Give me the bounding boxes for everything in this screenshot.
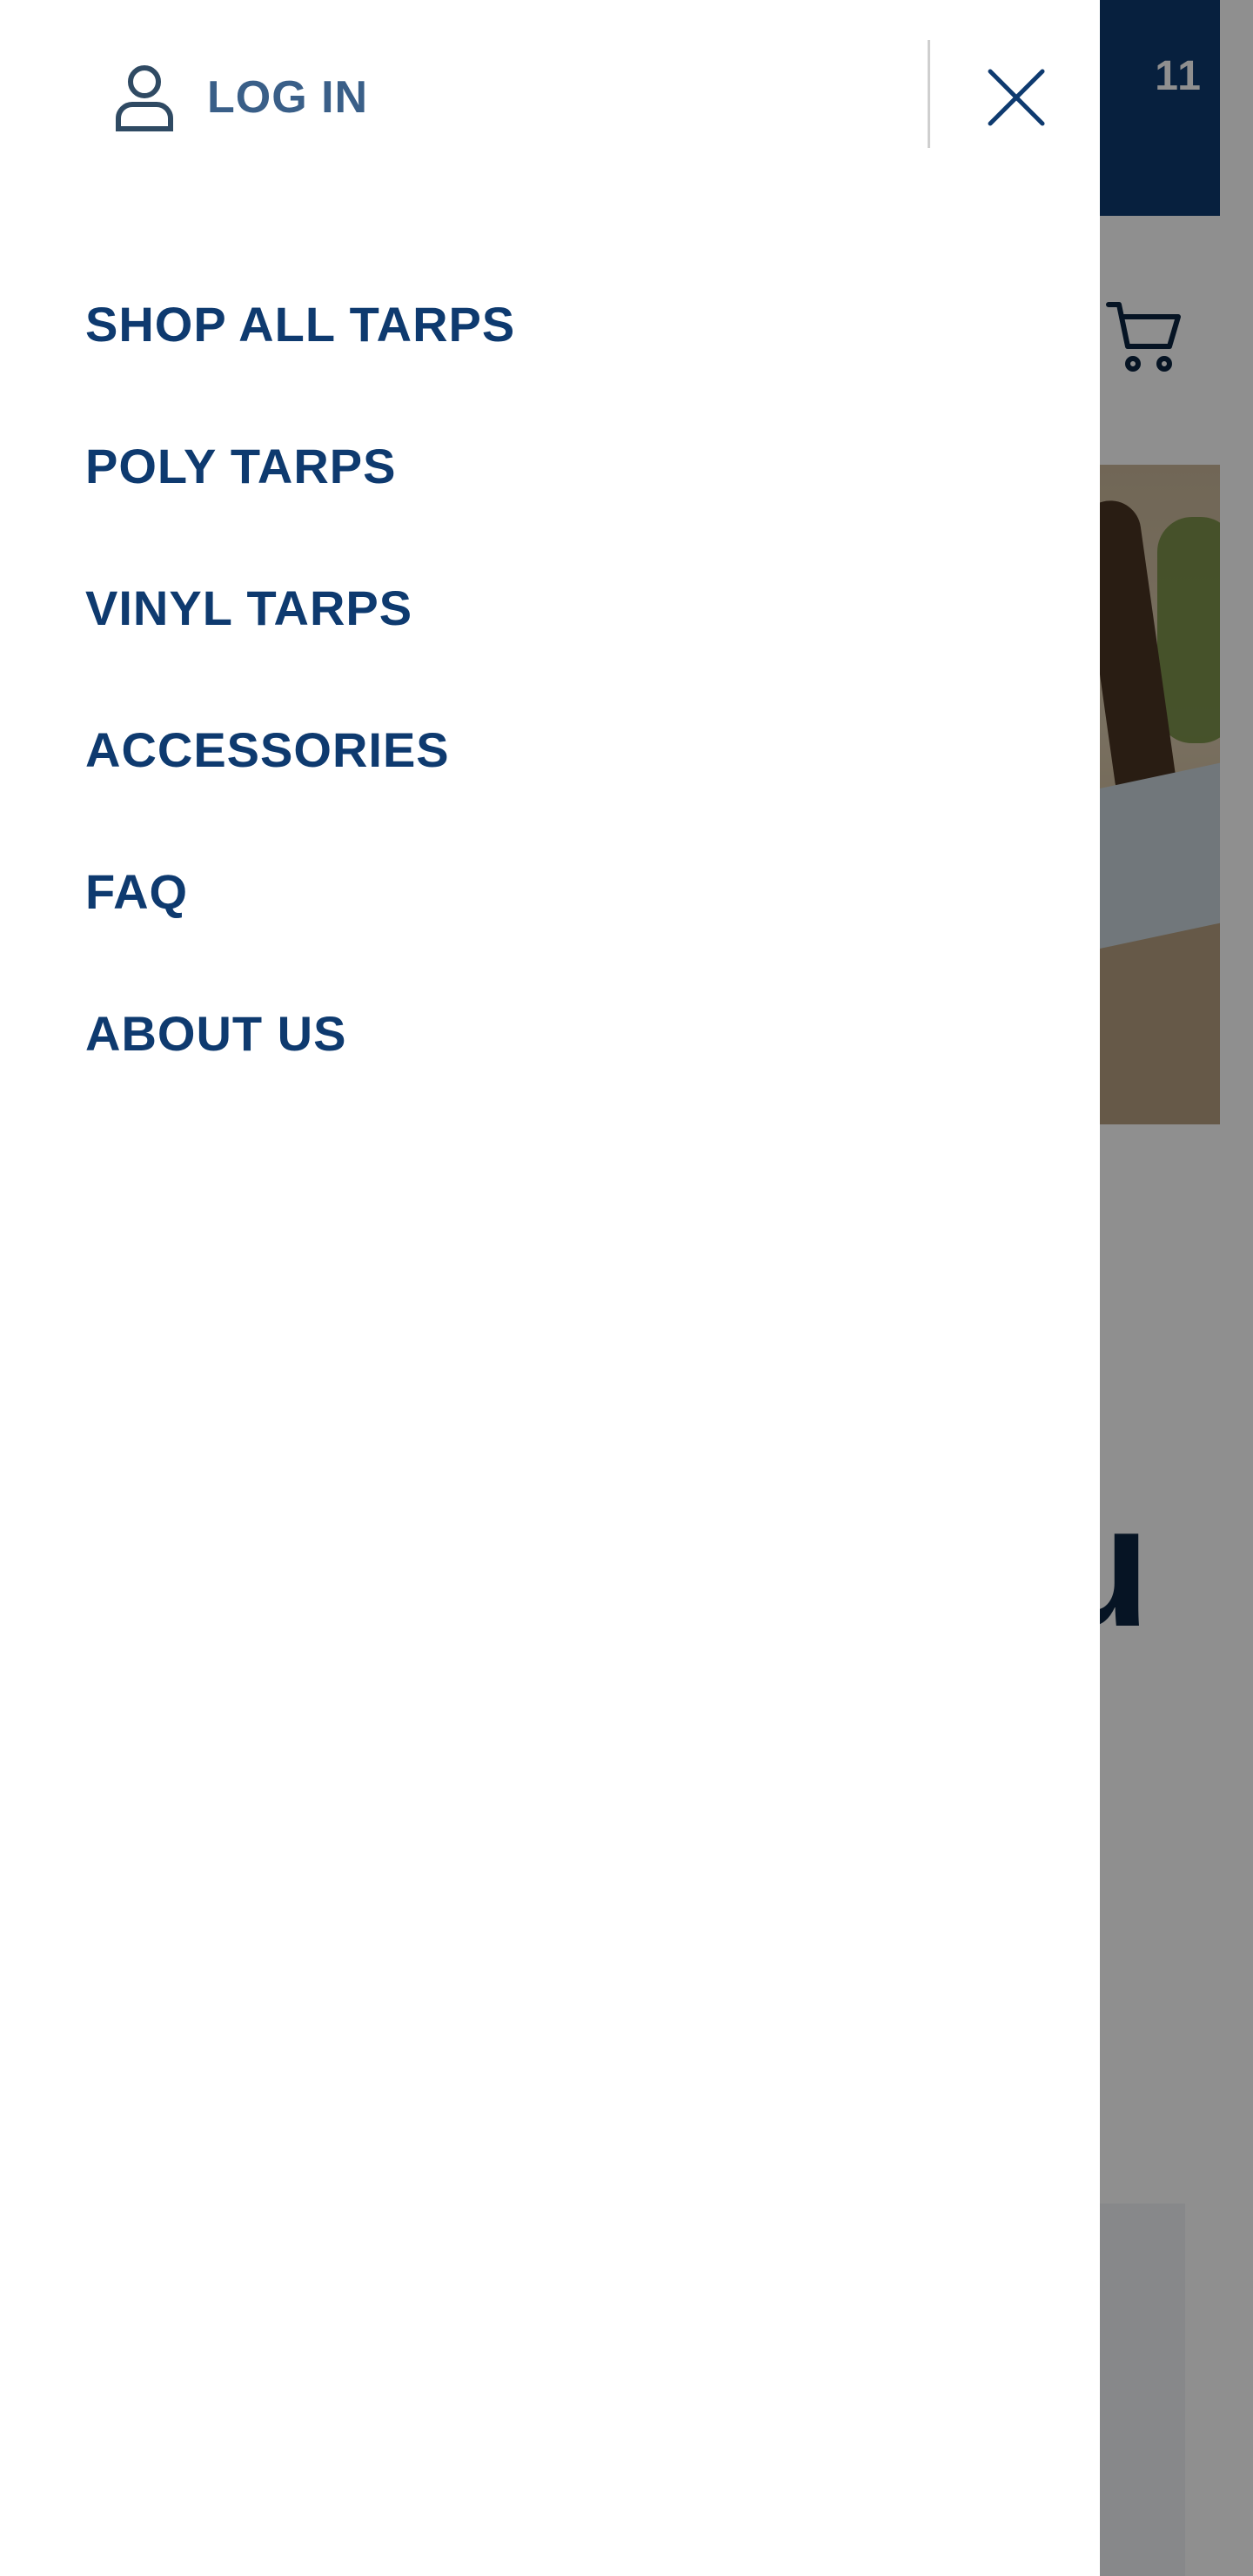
close-button[interactable] [975, 56, 1058, 139]
header-divider [928, 40, 930, 148]
nav-item-vinyl-tarps[interactable]: VINYL TARPS [85, 567, 515, 709]
user-icon [116, 65, 173, 131]
login-link[interactable]: LOG IN [113, 63, 368, 132]
close-icon [988, 69, 1045, 126]
drawer-nav-list: SHOP ALL TARPS POLY TARPS VINYL TARPS AC… [85, 284, 515, 1135]
nav-item-shop-all-tarps[interactable]: SHOP ALL TARPS [85, 284, 515, 426]
mobile-viewport: 11 u LOG IN [0, 0, 1253, 2576]
drawer-header: LOG IN [0, 0, 1100, 191]
nav-item-about-us[interactable]: ABOUT US [85, 993, 515, 1135]
login-label: LOG IN [207, 72, 369, 123]
navigation-drawer: LOG IN SHOP ALL TARPS POLY TARPS VINYL T… [0, 0, 1100, 2576]
nav-item-faq[interactable]: FAQ [85, 851, 515, 993]
nav-item-accessories[interactable]: ACCESSORIES [85, 709, 515, 851]
nav-item-poly-tarps[interactable]: POLY TARPS [85, 426, 515, 567]
